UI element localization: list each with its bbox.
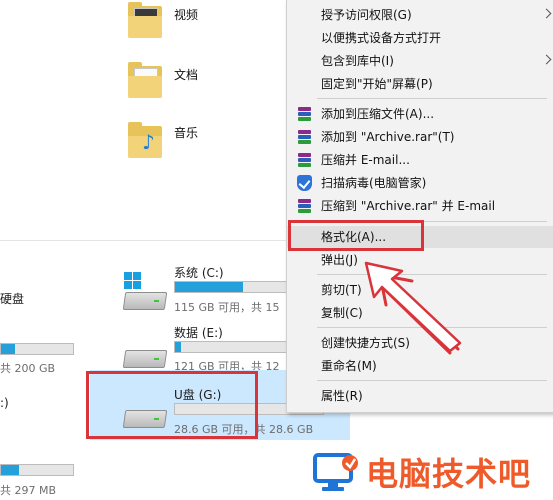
drive-name-e[interactable]: 数据 (E:) <box>174 324 223 341</box>
menu-item-open-as-portable[interactable]: 以便携式设备方式打开 <box>287 27 553 49</box>
winrar-icon <box>297 152 312 168</box>
drive-usage-bar-e <box>174 341 290 353</box>
partial-size-2: 共 297 MB <box>0 484 57 497</box>
menu-item-pin-to-start[interactable]: 固定到"开始"屏幕(P) <box>287 73 553 95</box>
folder-label-music[interactable]: 音乐 <box>174 124 198 141</box>
menu-item-scan-virus[interactable]: 扫描病毒(电脑管家) <box>287 172 553 194</box>
menu-item-compress-email[interactable]: 压缩并 E-mail... <box>287 149 553 171</box>
menu-item-include-in-library[interactable]: 包含到库中(I) <box>287 50 553 72</box>
menu-separator <box>317 380 547 381</box>
partial-bar-1 <box>0 343 74 355</box>
folder-label-documents[interactable]: 文档 <box>174 66 198 83</box>
music-folder-icon[interactable]: ♪ <box>128 122 162 158</box>
documents-folder-icon[interactable] <box>128 62 162 98</box>
menu-item-properties[interactable]: 属性(R) <box>287 385 553 407</box>
menu-separator <box>317 98 547 99</box>
partial-bar-2 <box>0 464 74 476</box>
hard-drive-icon[interactable] <box>122 342 168 368</box>
menu-item-rename[interactable]: 重命名(M) <box>287 355 553 377</box>
menu-item-add-to-archive-rar[interactable]: 添加到 "Archive.rar"(T) <box>287 126 553 148</box>
winrar-icon <box>297 106 312 122</box>
partial-disk-label: 硬盘 <box>0 292 25 306</box>
menu-item-compress-to-rar-email[interactable]: 压缩到 "Archive.rar" 并 E-mail <box>287 195 553 217</box>
drive-name-c[interactable]: 系统 (C:) <box>174 264 224 281</box>
menu-item-grant-access[interactable]: 授予访问权限(G) <box>287 4 553 26</box>
shield-icon <box>297 175 312 191</box>
drive-usage-fill-c <box>175 282 244 292</box>
usb-drive-highlight <box>86 371 258 439</box>
drive-usage-bar-c <box>174 281 290 293</box>
submenu-arrow-icon <box>541 8 552 19</box>
windows-drive-icon[interactable] <box>122 272 168 312</box>
partial-size-1: 共 200 GB <box>0 362 56 375</box>
music-note-icon: ♪ <box>142 130 155 154</box>
partial-drive-letter: :) <box>0 396 9 410</box>
winrar-icon <box>297 198 312 214</box>
video-folder-icon[interactable] <box>128 2 162 38</box>
drive-info-c: 115 GB 可用，共 15 <box>174 301 280 314</box>
watermark-text: 电脑技术吧 <box>366 455 532 493</box>
section-divider <box>0 240 290 241</box>
submenu-arrow-icon <box>541 54 552 65</box>
annotation-arrow <box>364 261 462 355</box>
folder-label-video[interactable]: 视频 <box>174 6 198 23</box>
winrar-icon <box>297 129 312 145</box>
watermark: 电脑技术吧 <box>312 445 553 500</box>
drive-usage-fill-e <box>175 342 181 352</box>
computer-logo-icon <box>313 453 358 491</box>
menu-item-add-to-archive[interactable]: 添加到压缩文件(A)... <box>287 103 553 125</box>
